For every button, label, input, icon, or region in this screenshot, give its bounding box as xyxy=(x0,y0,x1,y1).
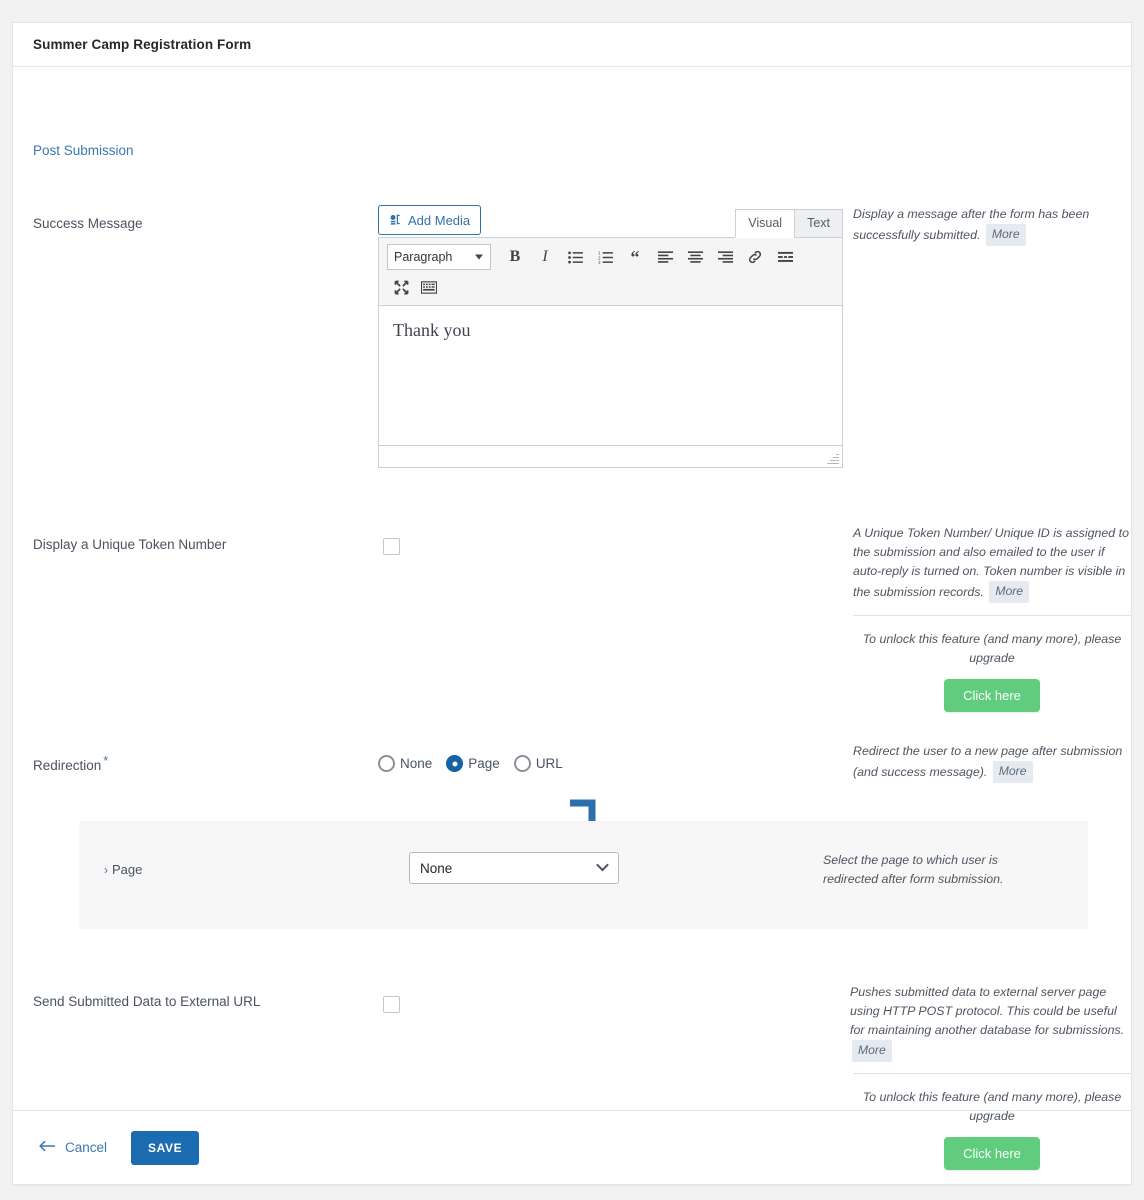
align-left-icon[interactable] xyxy=(651,244,679,270)
radio-label-page: Page xyxy=(468,756,500,771)
align-center-icon[interactable] xyxy=(681,244,709,270)
help-external-url: Pushes submitted data to external server… xyxy=(850,983,1128,1062)
radio-label-url: URL xyxy=(535,756,563,771)
fullscreen-icon[interactable] xyxy=(387,274,415,300)
help-redirection: Redirect the user to a new page after su… xyxy=(853,742,1131,783)
help-success-message-text: Display a message after the form has bee… xyxy=(853,207,1090,242)
select-redirect-page-value: None xyxy=(420,860,453,876)
upgrade-button-token[interactable]: Click here xyxy=(944,679,1040,712)
add-media-button[interactable]: Add Media xyxy=(378,205,482,235)
paragraph-format-select[interactable]: Paragraph xyxy=(387,244,491,270)
align-right-icon[interactable] xyxy=(711,244,739,270)
upgrade-box-token: To unlock this feature (and many more), … xyxy=(853,615,1131,712)
help-external-url-text: Pushes submitted data to external server… xyxy=(850,985,1125,1037)
sub-label-page: › Page xyxy=(104,862,142,877)
more-link-external-url[interactable]: More xyxy=(852,1040,892,1062)
label-redirection-text: Redirection xyxy=(33,758,102,773)
checkbox-display-unique-token[interactable] xyxy=(383,538,400,555)
more-link-redirection[interactable]: More xyxy=(992,761,1033,783)
success-message-content[interactable]: Thank you xyxy=(378,306,843,446)
more-link-success-message[interactable]: More xyxy=(985,224,1026,246)
help-success-message: Display a message after the form has bee… xyxy=(853,205,1131,246)
italic-icon[interactable]: I xyxy=(531,244,559,270)
help-unique-token: A Unique Token Number/ Unique ID is assi… xyxy=(853,524,1131,603)
help-redirect-page: Select the page to which user is redirec… xyxy=(823,853,1004,886)
cancel-button[interactable]: Cancel xyxy=(33,1139,113,1156)
upgrade-text-token: To unlock this feature (and many more), … xyxy=(862,632,1122,665)
page-root: Summer Camp Registration Form Post Submi… xyxy=(0,0,1144,1200)
sub-label-page-text: Page xyxy=(112,862,143,877)
success-message-editor: Add Media Visual Text Paragraph B I 1 2 … xyxy=(378,205,843,468)
chevron-right-icon: › xyxy=(104,863,108,877)
radio-label-none: None xyxy=(400,756,433,771)
radio-redirection-url[interactable]: URL xyxy=(513,755,563,772)
section-link-post-submission[interactable]: Post Submission xyxy=(33,143,134,158)
redirection-page-subpanel: › Page None Select the page to which user… xyxy=(79,821,1088,929)
svg-text:3: 3 xyxy=(598,260,601,264)
add-media-label: Add Media xyxy=(408,212,471,228)
chevron-down-icon xyxy=(596,858,609,872)
card-header: Summer Camp Registration Form xyxy=(13,23,1131,67)
form-settings-card: Summer Camp Registration Form Post Submi… xyxy=(12,22,1132,1185)
insert-link-icon[interactable] xyxy=(741,244,769,270)
radio-dot-page xyxy=(446,755,464,772)
card-footer: Cancel SAVE xyxy=(13,1110,1131,1184)
help-redirection-text: Redirect the user to a new page after su… xyxy=(853,744,1123,779)
bulleted-list-icon[interactable] xyxy=(561,244,589,270)
toolbar-toggle-icon[interactable] xyxy=(415,274,443,300)
radio-group-redirection: None Page URL xyxy=(378,755,563,772)
bold-icon[interactable]: B xyxy=(501,244,529,270)
checkbox-send-data-external-url[interactable] xyxy=(383,996,400,1013)
read-more-icon[interactable] xyxy=(771,244,799,270)
select-redirect-page[interactable]: None xyxy=(409,852,619,884)
arrow-left-icon xyxy=(39,1140,56,1155)
editor-status-bar xyxy=(378,446,843,468)
card-body: Post Submission Success Message Add Medi… xyxy=(13,67,1131,1170)
blockquote-icon[interactable]: “ xyxy=(621,244,649,270)
label-display-unique-token: Display a Unique Token Number xyxy=(33,537,227,552)
resize-handle-icon[interactable] xyxy=(827,454,839,465)
editor-toolbar: Paragraph B I 1 2 3 “ xyxy=(378,237,843,306)
save-button[interactable]: SAVE xyxy=(131,1130,200,1165)
radio-dot-url xyxy=(513,755,531,772)
radio-dot-none xyxy=(378,755,395,772)
radio-redirection-page[interactable]: Page xyxy=(446,755,500,772)
label-redirection: Redirection * xyxy=(33,754,108,775)
paragraph-format-value: Paragraph xyxy=(394,250,453,264)
label-send-data-external-url: Send Submitted Data to External URL xyxy=(33,994,261,1009)
radio-redirection-none[interactable]: None xyxy=(378,755,432,772)
tab-visual[interactable]: Visual xyxy=(735,209,796,238)
required-indicator: * xyxy=(103,752,109,768)
page-title: Summer Camp Registration Form xyxy=(33,37,252,52)
editor-top-bar: Add Media Visual Text xyxy=(378,205,843,238)
more-link-unique-token[interactable]: More xyxy=(989,581,1030,603)
numbered-list-icon[interactable]: 1 2 3 xyxy=(591,244,619,270)
chevron-down-icon xyxy=(475,254,483,260)
tab-text[interactable]: Text xyxy=(794,209,843,238)
editor-mode-tabs: Visual Text xyxy=(735,209,843,238)
media-icon xyxy=(388,213,402,227)
editor-toolbar-row-2 xyxy=(387,274,834,300)
label-success-message: Success Message xyxy=(33,216,143,231)
cancel-button-label: Cancel xyxy=(65,1140,108,1155)
